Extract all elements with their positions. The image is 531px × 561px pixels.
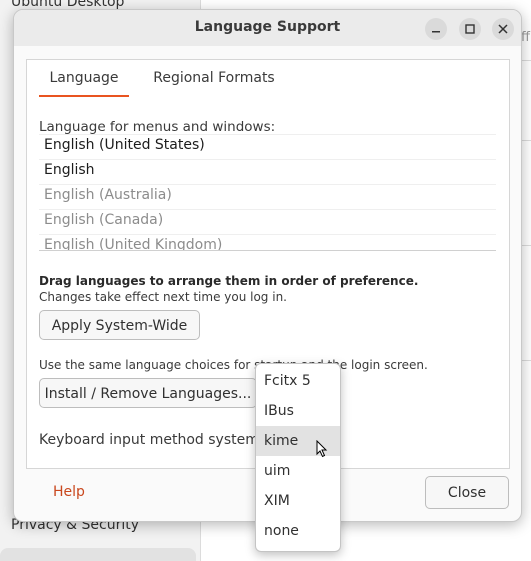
language-label: English — [44, 162, 95, 178]
language-label: English (Canada) — [44, 212, 164, 228]
menu-item-xim[interactable]: XIM — [256, 486, 340, 516]
maximize-icon — [465, 24, 475, 34]
tab-language[interactable]: Language — [39, 68, 129, 97]
language-list[interactable]: English (United States) English English … — [39, 134, 496, 251]
maximize-button[interactable] — [459, 18, 481, 40]
minimize-button[interactable] — [425, 18, 447, 40]
keyboard-input-method-label: Keyboard input method system: — [39, 432, 264, 448]
title-bar[interactable]: Language Support — [14, 10, 521, 46]
close-icon — [498, 24, 508, 34]
language-list-heading: Language for menus and windows: — [39, 119, 276, 135]
menu-item-none[interactable]: none — [256, 516, 340, 546]
list-item[interactable]: English (United Kingdom) — [39, 234, 496, 251]
apply-note: Use the same language choices for startu… — [39, 358, 428, 372]
menu-item-uim[interactable]: uim — [256, 456, 340, 486]
close-window-button[interactable] — [492, 18, 514, 40]
language-label: English (United Kingdom) — [44, 237, 223, 251]
drag-note: Changes take effect next time you log in… — [39, 290, 287, 304]
install-remove-languages-button[interactable]: Install / Remove Languages... — [39, 378, 257, 408]
menu-item-fcitx5[interactable]: Fcitx 5 — [256, 366, 340, 396]
input-method-dropdown-menu[interactable]: Fcitx 5 IBus kime uim XIM none — [255, 363, 341, 552]
apply-system-wide-button[interactable]: Apply System-Wide — [39, 310, 200, 340]
tab-regional-formats[interactable]: Regional Formats — [149, 68, 279, 96]
menu-item-ibus[interactable]: IBus — [256, 396, 340, 426]
minimize-icon — [432, 31, 440, 33]
help-link[interactable]: Help — [53, 484, 85, 500]
list-item[interactable]: English (Canada) — [39, 209, 496, 234]
drag-hint: Drag languages to arrange them in order … — [39, 274, 419, 288]
language-label: English (United States) — [44, 137, 205, 153]
list-item[interactable]: English (Australia) — [39, 184, 496, 209]
sidebar-selected-item[interactable] — [0, 548, 196, 561]
list-item[interactable]: English (United States) — [39, 134, 496, 159]
close-button[interactable]: Close — [425, 476, 509, 509]
background-text-fragment: ff — [521, 30, 530, 45]
mouse-pointer-icon — [316, 440, 328, 458]
language-label: English (Australia) — [44, 187, 172, 203]
list-item[interactable]: English — [39, 159, 496, 184]
